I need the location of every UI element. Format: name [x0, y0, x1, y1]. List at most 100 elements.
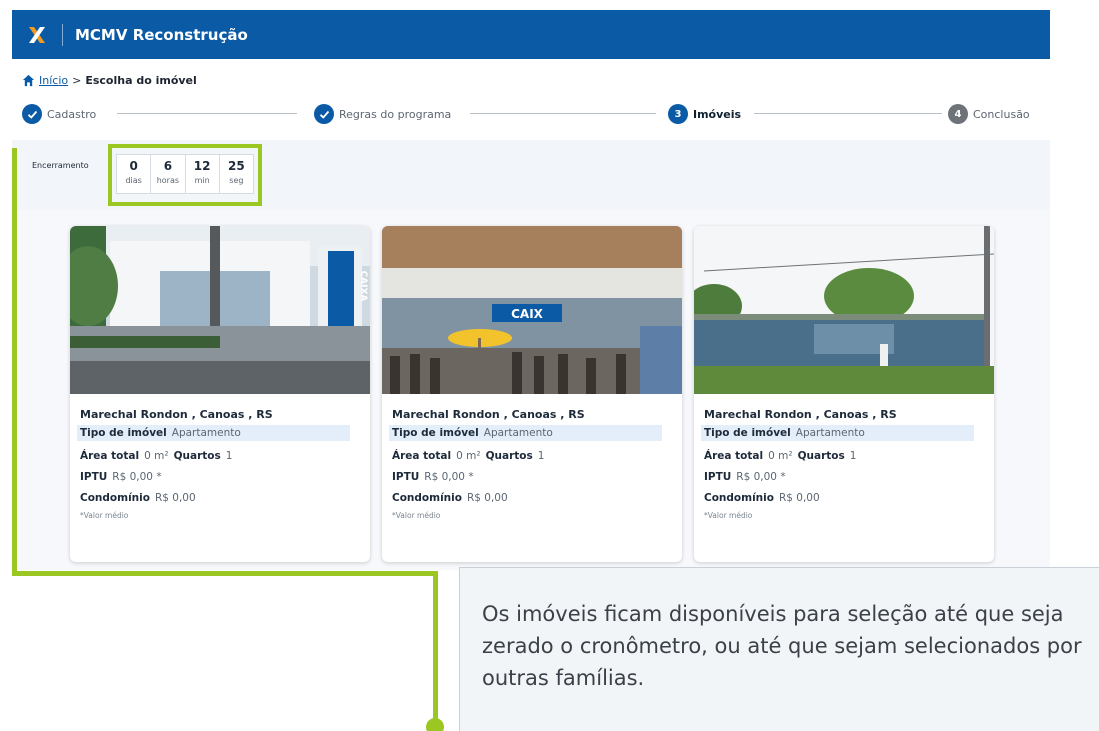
- top-bar: MCMV Reconstrução: [12, 10, 1050, 59]
- countdown-minutes: 12 min: [186, 155, 220, 193]
- step-regras-do-programa[interactable]: Regras do programa: [314, 102, 456, 126]
- field-label: Área total: [80, 450, 140, 462]
- field-value: 1: [849, 450, 857, 462]
- breadcrumb-home-link[interactable]: Início: [39, 74, 68, 87]
- field-value: 0 m²: [456, 450, 481, 462]
- field-label: Condomínio: [704, 492, 774, 504]
- step-label: Conclusão: [973, 107, 1030, 121]
- field-label: Tipo de imóvel: [392, 427, 479, 439]
- property-type-row: Tipo de imóvel Apartamento: [701, 425, 974, 441]
- footnote: *Valor médio: [704, 511, 753, 520]
- field-label: Área total: [704, 450, 764, 462]
- annotation-line: [433, 571, 438, 723]
- field-value: Apartamento: [795, 427, 865, 439]
- field-value: R$ 0,00 *: [424, 471, 474, 483]
- field-value: R$ 0,00 *: [736, 471, 786, 483]
- field-label: Quartos: [485, 450, 533, 462]
- countdown-value: 12: [193, 159, 211, 173]
- field-value: Apartamento: [171, 427, 241, 439]
- property-address: Marechal Rondon , Canoas , RS: [392, 408, 585, 421]
- property-iptu-row: IPTU R$ 0,00 *: [392, 471, 672, 483]
- field-value: Apartamento: [483, 427, 553, 439]
- countdown-unit-label: min: [194, 176, 210, 185]
- stepper-connector: [754, 113, 942, 114]
- field-value: R$ 0,00: [466, 492, 508, 504]
- property-address: Marechal Rondon , Canoas , RS: [80, 408, 273, 421]
- property-card[interactable]: Marechal Rondon , Canoas , RS Tipo de im…: [694, 226, 994, 562]
- property-area-row: Área total 0 m² Quartos 1: [80, 450, 360, 462]
- property-info: Marechal Rondon , Canoas , RS Tipo de im…: [70, 394, 370, 520]
- countdown-value: 0: [129, 159, 138, 173]
- property-condominio-row: Condomínio R$ 0,00: [80, 492, 360, 504]
- field-label: Tipo de imóvel: [704, 427, 791, 439]
- annotation-line: [12, 571, 438, 576]
- property-area-row: Área total 0 m² Quartos 1: [704, 450, 984, 462]
- annotation-callout: Os imóveis ficam disponíveis para seleçã…: [459, 567, 1099, 731]
- countdown-days: 0 dias: [117, 155, 152, 193]
- header-divider: [62, 23, 63, 46]
- field-value: R$ 0,00 *: [112, 471, 162, 483]
- footnote: *Valor médio: [392, 511, 441, 520]
- property-area-row: Área total 0 m² Quartos 1: [392, 450, 672, 462]
- field-label: IPTU: [80, 471, 108, 483]
- field-label: Tipo de imóvel: [80, 427, 167, 439]
- countdown-units: 0 dias 6 horas 12 min 25 seg: [116, 154, 254, 194]
- app-root: MCMV Reconstrução Início > Escolha do im…: [0, 0, 1099, 731]
- caixa-sign-text: CAIXA: [358, 271, 368, 302]
- field-label: Condomínio: [392, 492, 462, 504]
- timer-label: Encerramento: [32, 161, 89, 170]
- footnote: *Valor médio: [80, 511, 129, 520]
- field-label: Área total: [392, 450, 452, 462]
- field-label: Quartos: [797, 450, 845, 462]
- property-type-row: Tipo de imóvel Apartamento: [389, 425, 662, 441]
- property-address: Marechal Rondon , Canoas , RS: [704, 408, 897, 421]
- countdown-unit-label: seg: [229, 176, 244, 185]
- callout-text: Os imóveis ficam disponíveis para seleçã…: [482, 602, 1082, 690]
- annotation-dot: [426, 718, 444, 731]
- step-number-badge: 3: [668, 104, 688, 124]
- step-cadastro[interactable]: Cadastro: [22, 102, 101, 126]
- countdown-unit-label: horas: [156, 176, 180, 185]
- field-label: IPTU: [704, 471, 732, 483]
- step-conclusao[interactable]: 4 Conclusão: [948, 102, 1034, 126]
- field-value: 0 m²: [768, 450, 793, 462]
- property-condominio-row: Condomínio R$ 0,00: [392, 492, 672, 504]
- breadcrumb-separator: >: [72, 74, 82, 87]
- annotation-line: [12, 148, 17, 576]
- property-photo[interactable]: CAIXA: [70, 226, 370, 394]
- field-label: Condomínio: [80, 492, 150, 504]
- countdown-timer: 0 dias 6 horas 12 min 25 seg: [108, 144, 262, 206]
- stepper-connector: [470, 113, 656, 114]
- step-label: Cadastro: [47, 107, 97, 121]
- property-card[interactable]: CAIX Marechal Rondon , Canoas , RS Tipo …: [382, 226, 682, 562]
- caixa-logo-icon[interactable]: [20, 10, 54, 59]
- property-info: Marechal Rondon , Canoas , RS Tipo de im…: [382, 394, 682, 520]
- field-value: 1: [537, 450, 545, 462]
- progress-stepper: Cadastro Regras do programa 3 Imóveis 4 …: [22, 102, 1042, 126]
- property-iptu-row: IPTU R$ 0,00 *: [704, 471, 984, 483]
- step-imoveis[interactable]: 3 Imóveis: [668, 102, 746, 126]
- countdown-seconds: 25 seg: [220, 155, 253, 193]
- field-value: 1: [225, 450, 233, 462]
- field-label: Quartos: [173, 450, 221, 462]
- countdown-hours: 6 horas: [151, 155, 186, 193]
- breadcrumb-current: Escolha do imóvel: [85, 74, 197, 87]
- breadcrumb: Início > Escolha do imóvel: [22, 74, 197, 87]
- step-label: Imóveis: [693, 107, 742, 121]
- stepper-connector: [117, 113, 297, 114]
- check-icon: [314, 104, 334, 124]
- app-title: MCMV Reconstrução: [75, 25, 248, 44]
- caixa-sign-text: CAIX: [511, 307, 544, 321]
- property-info: Marechal Rondon , Canoas , RS Tipo de im…: [694, 394, 994, 520]
- property-photo[interactable]: CAIX: [382, 226, 682, 394]
- property-card[interactable]: CAIXA Marechal Rondon , Canoas , RS Tipo…: [70, 226, 370, 562]
- property-iptu-row: IPTU R$ 0,00 *: [80, 471, 360, 483]
- countdown-value: 6: [163, 159, 173, 173]
- field-value: 0 m²: [144, 450, 169, 462]
- property-photo[interactable]: [694, 226, 994, 394]
- property-type-row: Tipo de imóvel Apartamento: [77, 425, 350, 441]
- home-icon[interactable]: [22, 74, 35, 87]
- step-number-badge: 4: [948, 104, 968, 124]
- countdown-unit-label: dias: [125, 176, 142, 185]
- step-label: Regras do programa: [339, 107, 452, 121]
